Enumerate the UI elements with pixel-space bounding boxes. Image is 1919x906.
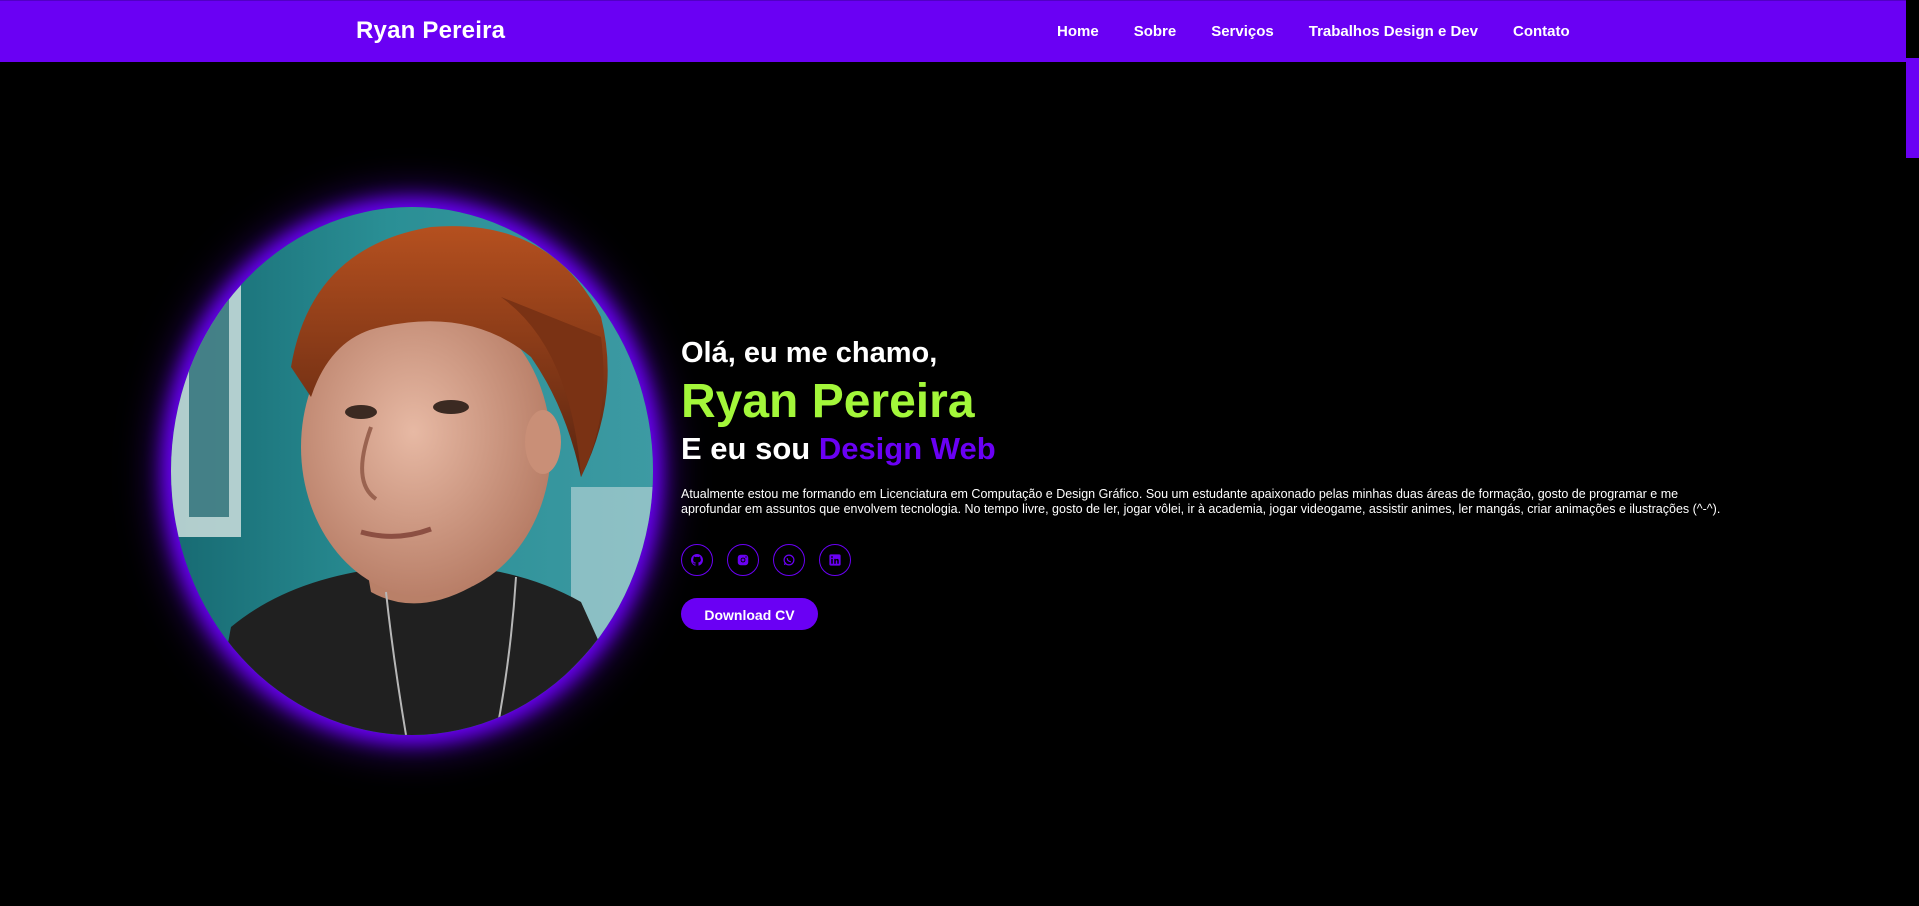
page: Ryan Pereira Home Sobre Serviços Trabalh… xyxy=(0,0,1919,906)
hero-section: Olá, eu me chamo, Ryan Pereira E eu sou … xyxy=(681,334,1741,630)
nav-sobre[interactable]: Sobre xyxy=(1134,23,1177,40)
nav-contato[interactable]: Contato xyxy=(1513,23,1570,40)
nav-trabalhos[interactable]: Trabalhos Design e Dev xyxy=(1309,23,1478,40)
nav-home[interactable]: Home xyxy=(1057,23,1099,40)
scrollbar-thumb[interactable] xyxy=(1906,58,1919,158)
github-link[interactable] xyxy=(681,544,713,576)
greeting-heading: Olá, eu me chamo, xyxy=(681,337,938,369)
nav-servicos[interactable]: Serviços xyxy=(1211,23,1274,40)
profile-photo xyxy=(171,207,653,735)
instagram-link[interactable] xyxy=(727,544,759,576)
main-nav: Home Sobre Serviços Trabalhos Design e D… xyxy=(1057,23,1570,40)
whatsapp-icon xyxy=(783,554,795,566)
top-navbar: Ryan Pereira Home Sobre Serviços Trabalh… xyxy=(0,0,1906,62)
linkedin-link[interactable] xyxy=(819,544,851,576)
download-cv-button[interactable]: Download CV xyxy=(681,598,818,630)
role-heading: E eu sou Design Web xyxy=(681,430,1741,468)
whatsapp-link[interactable] xyxy=(773,544,805,576)
hero-name: Ryan Pereira xyxy=(681,375,975,428)
instagram-icon xyxy=(737,554,749,566)
role-highlight: Design Web xyxy=(818,431,996,466)
about-paragraph: Atualmente estou me formando em Licencia… xyxy=(681,487,1721,516)
brand-logo[interactable]: Ryan Pereira xyxy=(356,17,505,45)
social-links xyxy=(681,544,1741,576)
github-icon xyxy=(691,554,703,566)
role-prefix: E eu sou xyxy=(681,431,819,466)
profile-photo-illustration xyxy=(171,207,653,735)
scrollbar[interactable] xyxy=(1906,0,1919,906)
linkedin-icon xyxy=(829,554,841,566)
